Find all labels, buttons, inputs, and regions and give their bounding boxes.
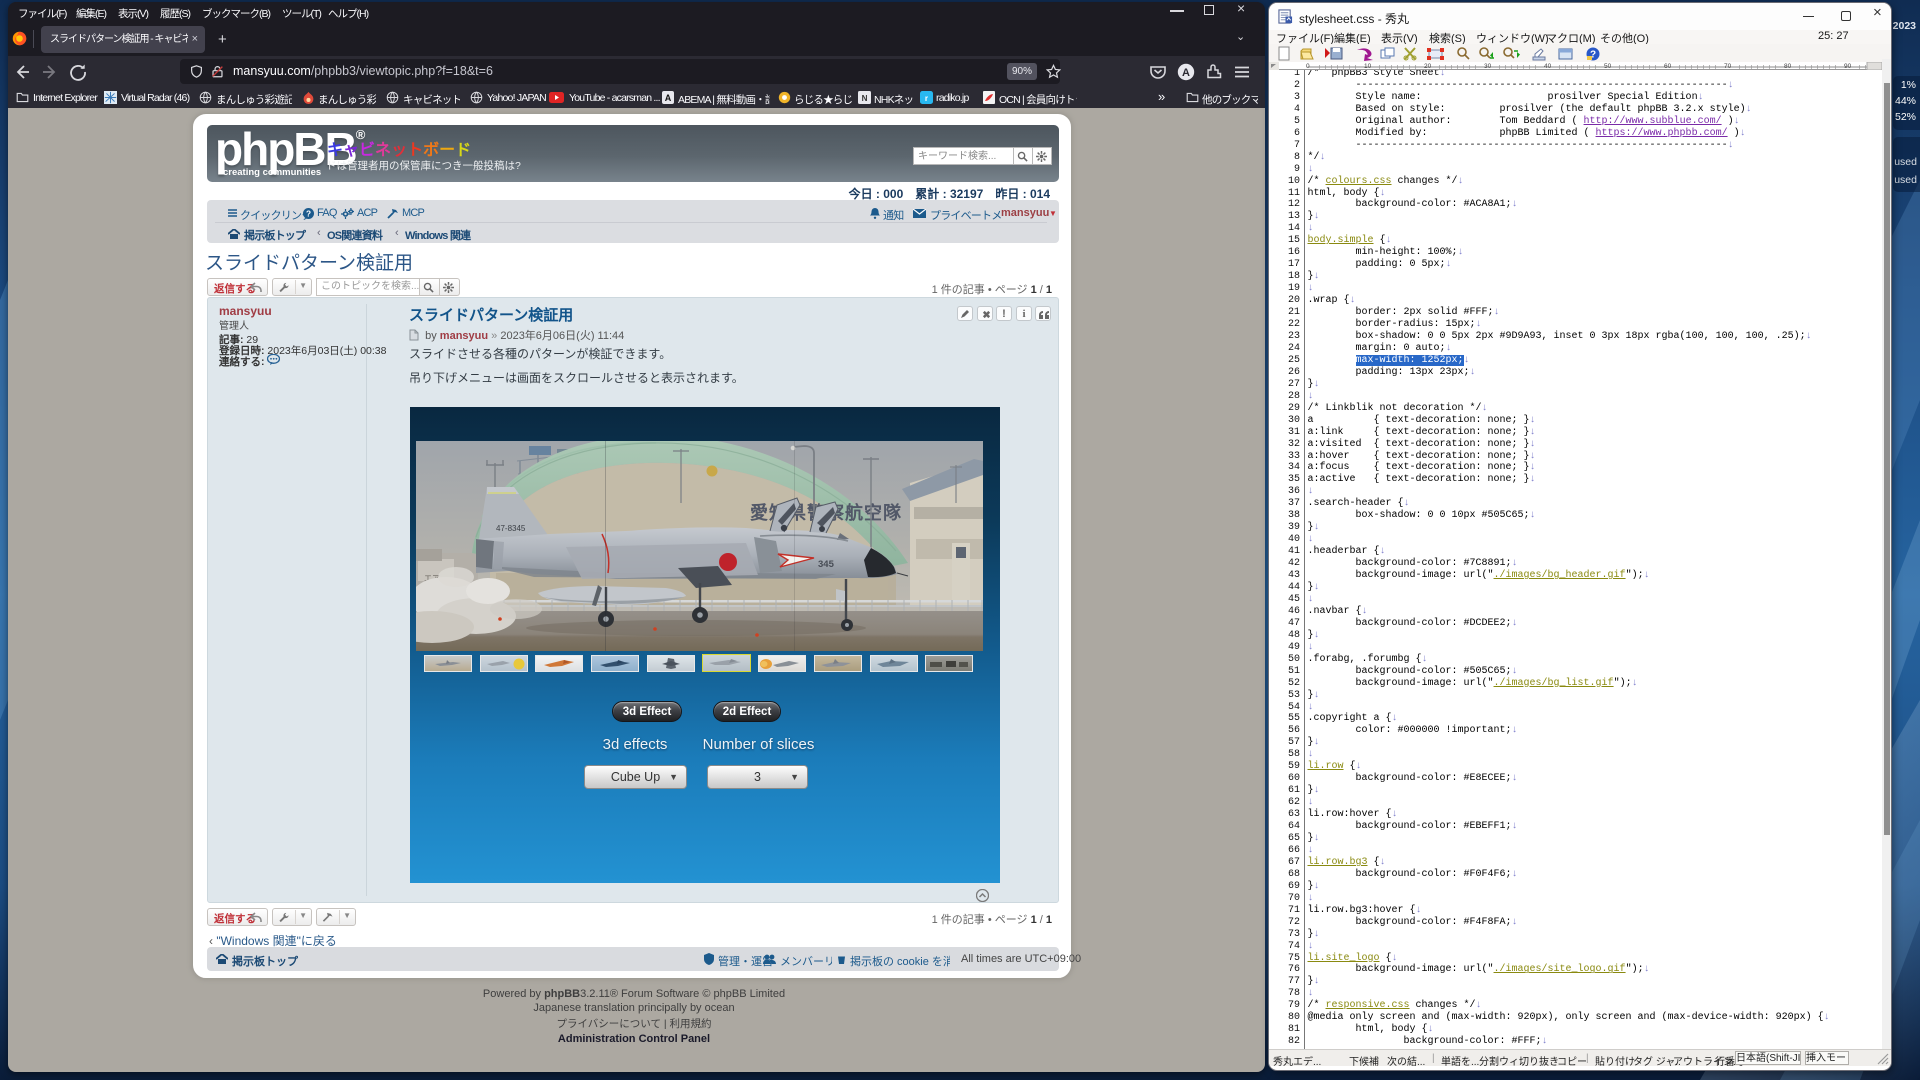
svg-text:90: 90 [1844,63,1852,70]
svg-text:30: 30 [1484,63,1492,70]
svg-text:40: 40 [1544,63,1552,70]
svg-text:A: A [665,93,672,103]
svg-text:50: 50 [1604,63,1612,70]
svg-text:A: A [1182,67,1190,79]
svg-text:345: 345 [818,559,835,570]
svg-text:70: 70 [1724,63,1732,70]
svg-text:60: 60 [1664,63,1672,70]
svg-text:47-8345: 47-8345 [496,524,526,533]
svg-text:N: N [862,94,868,103]
svg-text:?: ? [306,209,311,218]
svg-text:10: 10 [1364,63,1372,70]
svg-text:20: 20 [1424,63,1432,70]
svg-text:0: 0 [1306,63,1310,70]
svg-text:80: 80 [1784,63,1792,70]
